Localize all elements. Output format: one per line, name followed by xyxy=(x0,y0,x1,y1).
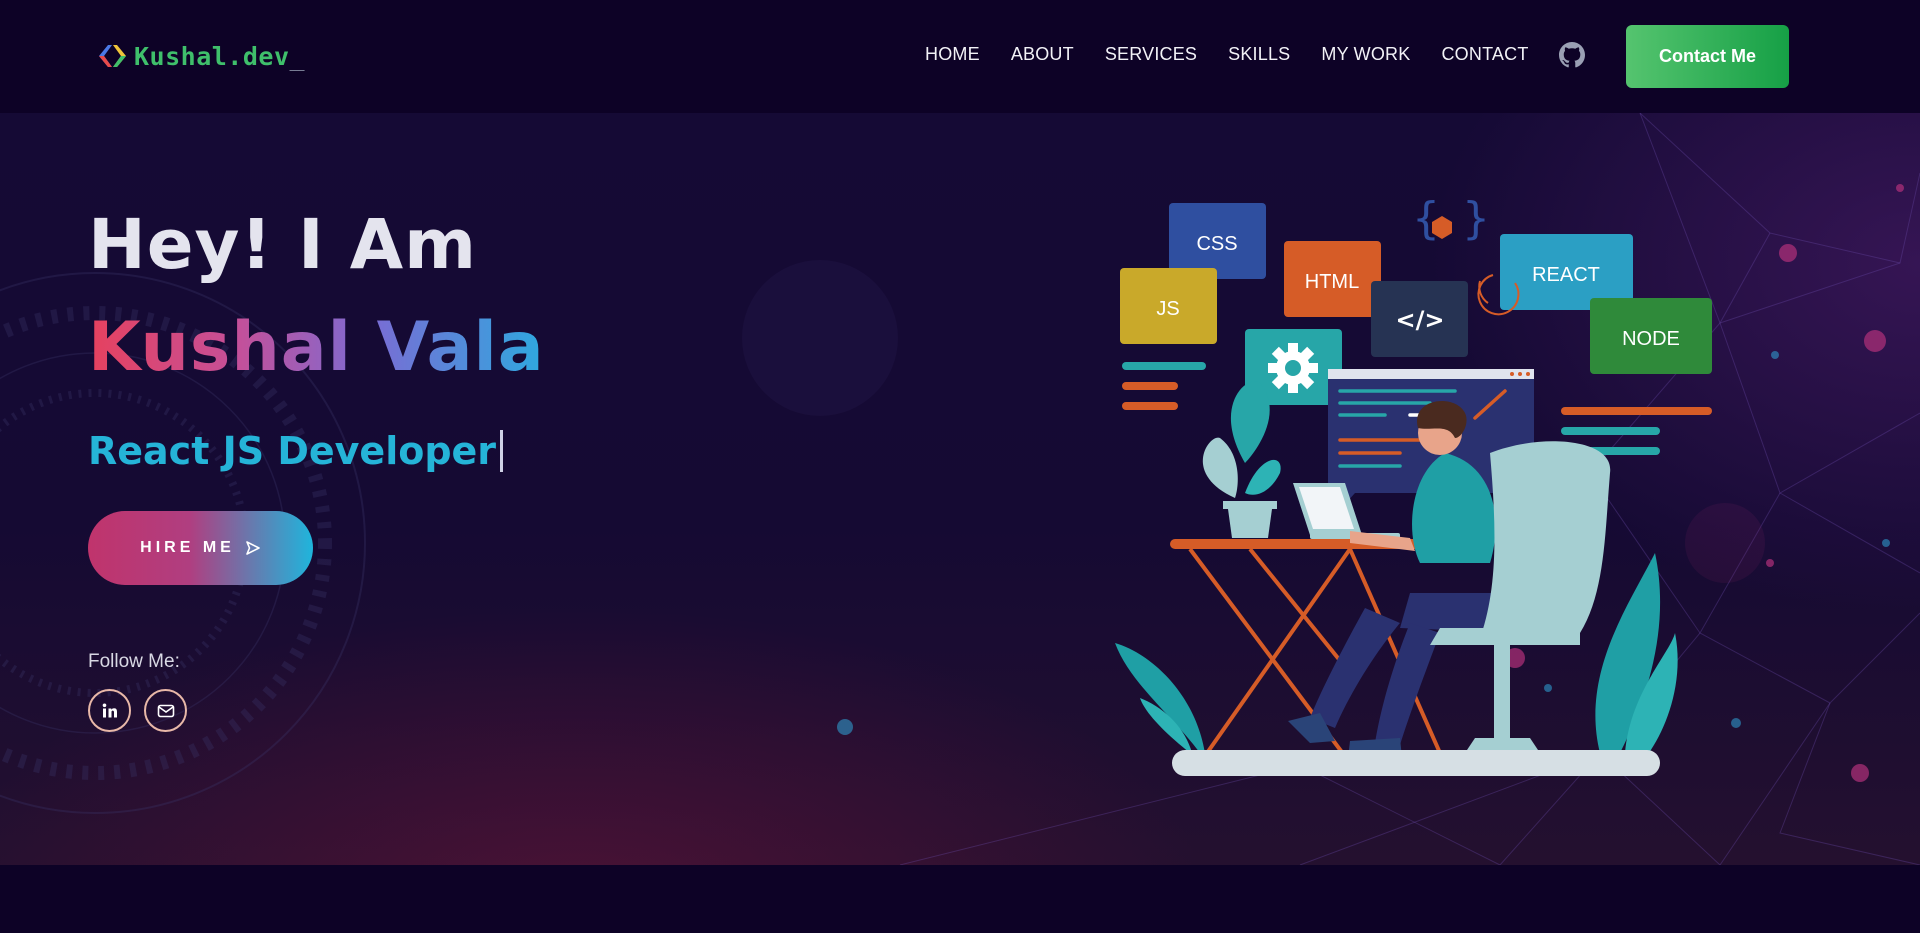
linkedin-icon xyxy=(102,703,117,717)
hire-me-label: HIRE ME xyxy=(140,539,235,556)
floor-base xyxy=(1172,750,1660,776)
css-tag: CSS xyxy=(1169,203,1266,279)
mail-icon xyxy=(157,704,174,717)
nav-link-my-work[interactable]: MY WORK xyxy=(1321,44,1410,65)
js-tag-label: JS xyxy=(1156,298,1179,320)
node-tag-label: NODE xyxy=(1622,328,1680,350)
code-tag: </> xyxy=(1371,281,1468,357)
linkedin-button[interactable] xyxy=(88,689,131,732)
typing-cursor xyxy=(500,430,504,472)
svg-text:}: } xyxy=(1462,193,1490,244)
brand-cursor: _ xyxy=(289,41,305,71)
plant-left-floor xyxy=(1115,643,1205,753)
code-tag-label: </> xyxy=(1396,306,1445,334)
hero-role-text: React JS Developer xyxy=(88,429,497,473)
nav-link-services[interactable]: SERVICES xyxy=(1105,44,1197,65)
logo-icon xyxy=(99,45,126,67)
bottom-strip xyxy=(0,865,1920,933)
react-tag-label: REACT xyxy=(1532,264,1600,286)
developer-illustration: CSS JS HTML </> REACT NODE {} xyxy=(1115,193,1712,776)
nav-link-skills[interactable]: SKILLS xyxy=(1228,44,1290,65)
hire-me-button[interactable]: HIRE ME xyxy=(88,511,313,585)
nav-link-contact[interactable]: CONTACT xyxy=(1441,44,1528,65)
plant-pot xyxy=(1202,381,1281,538)
hero-greeting: Hey! I Am xyxy=(88,205,478,285)
email-button[interactable] xyxy=(144,689,187,732)
nav-link-about[interactable]: ABOUT xyxy=(1011,44,1074,65)
send-arrow-icon xyxy=(246,541,260,555)
navbar: Kushal.dev _ HOME ABOUT SERVICES SKILLS … xyxy=(0,0,1920,113)
js-tag: JS xyxy=(1120,268,1217,344)
nav-menu: HOME ABOUT SERVICES SKILLS MY WORK CONTA… xyxy=(925,44,1560,65)
follow-me-label: Follow Me: xyxy=(88,651,180,672)
plant-right xyxy=(1595,553,1678,758)
node-tag: NODE xyxy=(1590,298,1712,374)
hero-name: Kushal Vala xyxy=(88,308,545,387)
html-tag: HTML xyxy=(1284,241,1381,317)
gear-icon xyxy=(1268,343,1318,393)
hero-section: Hey! I Am Kushal Vala React JS Developer… xyxy=(0,113,1920,865)
svg-text:{: { xyxy=(1412,193,1440,244)
nav-link-home[interactable]: HOME xyxy=(925,44,980,65)
css-tag-label: CSS xyxy=(1196,233,1237,255)
brand-logo[interactable]: Kushal.dev _ xyxy=(94,38,305,74)
brand-name: Kushal.dev xyxy=(134,41,290,71)
html-tag-label: HTML xyxy=(1305,271,1359,293)
github-icon[interactable] xyxy=(1559,42,1585,68)
hero-role: React JS Developer xyxy=(88,429,504,473)
braces-hexagon-icon: { } xyxy=(1412,193,1490,244)
contact-me-button[interactable]: Contact Me xyxy=(1626,25,1789,88)
